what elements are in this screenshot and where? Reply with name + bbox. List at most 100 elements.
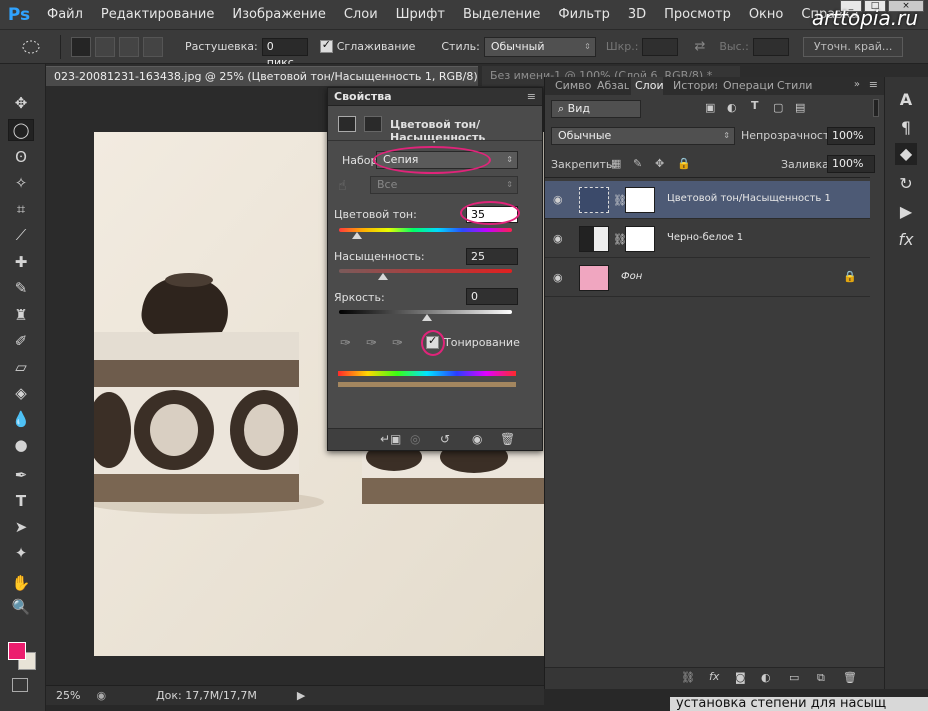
layer-mask-thumbnail[interactable] [625,226,655,252]
tab-styles[interactable]: Стили [773,77,813,95]
lock-transparent-icon[interactable]: ▦ [611,157,621,170]
layers-panel-icon[interactable]: ◆ [895,143,917,165]
hue-slider-track[interactable] [339,228,512,232]
panel-menu-icon[interactable]: ≡ [527,88,536,106]
eyedropper-plus-icon[interactable]: ✑ [366,336,377,351]
quick-mask-icon[interactable] [12,678,28,692]
menu-type[interactable]: Шрифт [387,0,454,30]
menu-view[interactable]: Просмотр [655,0,740,30]
intersect-selection-icon[interactable] [143,36,163,57]
brush-tool-icon[interactable]: ✎ [8,277,34,299]
add-mask-icon[interactable]: ◙ [735,671,746,684]
foreground-color-swatch[interactable] [8,642,26,660]
visibility-eye-icon[interactable]: ◉ [553,271,563,284]
lock-pixels-icon[interactable]: ✎ [633,157,642,170]
lightness-slider-thumb[interactable] [422,314,432,321]
menu-edit[interactable]: Редактирование [92,0,223,30]
dodge-tool-icon[interactable]: ● [8,434,34,456]
ellipse-marquee-tool-icon[interactable]: ◯ [8,119,34,141]
layer-row-black-white[interactable]: ◉ ⛓ Черно-белое 1 [545,220,870,258]
layer-name[interactable]: Черно-белое 1 [667,232,743,243]
pen-tool-icon[interactable]: ✒ [8,464,34,486]
paragraph-panel-icon[interactable]: ¶ [895,117,917,139]
menu-file[interactable]: Файл [38,0,92,30]
layer-row-hue-saturation[interactable]: ◉ ⛓ Цветовой тон/Насыщенность 1 [545,181,870,219]
filter-adjustment-icon[interactable]: ◐ [727,101,737,114]
tab-history[interactable]: История [669,77,717,95]
magic-wand-tool-icon[interactable]: ✧ [8,172,34,194]
mask-icon[interactable] [364,116,382,132]
width-input[interactable] [642,37,679,56]
layer-mask-thumbnail[interactable] [625,187,655,213]
delete-icon[interactable]: 🗑 [500,432,515,446]
new-layer-icon[interactable]: ⧉ [817,671,825,685]
style-select[interactable]: Обычный ⇕ [483,36,596,57]
tab-character[interactable]: Символ [551,77,591,95]
menu-filter[interactable]: Фильтр [549,0,618,30]
shape-tool-icon[interactable]: ✦ [8,542,34,564]
eraser-tool-icon[interactable]: ▱ [8,356,34,378]
feather-input[interactable]: 0 пикс. [261,37,308,69]
tab-layers[interactable]: Слои [631,77,663,95]
paint-bucket-tool-icon[interactable]: ◈ [8,382,34,404]
fill-input[interactable]: 100% [827,155,875,173]
adjustment-icon[interactable] [338,116,356,132]
styles-panel-icon[interactable]: fx [895,229,917,251]
eyedropper-minus-icon[interactable]: ✑ [392,336,403,351]
blur-tool-icon[interactable]: 💧 [8,408,34,430]
layer-name[interactable]: Фон [621,271,642,282]
visibility-eye-icon[interactable]: ◉ [472,432,482,446]
delete-layer-icon[interactable]: 🗑 [843,671,857,684]
filter-toggle[interactable] [873,99,879,117]
lock-position-icon[interactable]: ✥ [655,157,664,170]
tab-active-document[interactable]: 023-20081231-163438.jpg @ 25% (Цветовой … [46,66,478,86]
filter-pixel-icon[interactable]: ▣ [705,101,715,114]
crop-tool-icon[interactable]: ⌗ [8,198,34,220]
height-input[interactable] [752,37,789,56]
layer-name[interactable]: Цветовой тон/Насыщенность 1 [667,193,831,204]
eyedropper-icon[interactable]: ✑ [340,336,351,351]
actions-panel-icon[interactable]: ▶ [895,201,917,223]
zoom-tool-icon[interactable]: 🔍 [8,596,34,618]
colorize-checkbox[interactable]: ✓ [426,334,439,349]
saturation-slider-thumb[interactable] [378,273,388,280]
visibility-eye-icon[interactable]: ◉ [553,232,563,245]
filter-smartobject-icon[interactable]: ▤ [795,101,805,114]
zoom-readout[interactable]: 25% [56,689,80,702]
visibility-eye-icon[interactable]: ◉ [553,193,563,206]
channel-select[interactable]: Все ⇕ [370,176,518,194]
lightness-input[interactable]: 0 [466,288,518,305]
layer-filter-select[interactable]: ⌕ Вид [551,100,641,118]
menu-3d[interactable]: 3D [619,0,655,30]
antialias-checkbox[interactable] [319,38,333,53]
path-selection-tool-icon[interactable]: ➤ [8,516,34,538]
saturation-input[interactable]: 25 [466,248,518,265]
targeted-adjustment-hand-icon[interactable]: ☝ [338,178,347,194]
lock-all-icon[interactable]: 🔒 [677,157,691,170]
menu-image[interactable]: Изображение [223,0,334,30]
new-adjustment-icon[interactable]: ◐ [761,671,771,684]
lasso-tool-icon[interactable]: ʘ [8,146,34,168]
history-panel-icon[interactable]: ↻ [895,173,917,195]
layer-style-fx-icon[interactable]: fx [709,670,719,683]
type-tool-icon[interactable]: T [8,490,34,512]
clip-to-layer-icon[interactable]: ↵▣ [380,432,401,446]
menu-select[interactable]: Выделение [454,0,549,30]
new-group-icon[interactable]: ▭ [789,671,799,684]
panel-menu-icon[interactable]: ≡ [869,78,878,91]
link-layers-icon[interactable]: ⛓ [681,671,695,684]
healing-brush-tool-icon[interactable]: ✚ [8,251,34,273]
tab-actions[interactable]: Операции [719,77,773,95]
eyedropper-tool-icon[interactable]: ⟋ [8,224,34,246]
hue-slider-thumb[interactable] [352,232,362,239]
layer-row-background[interactable]: ◉ Фон 🔒 [545,259,870,297]
subtract-selection-icon[interactable] [119,36,139,57]
character-panel-icon[interactable]: A [895,89,917,111]
swap-icon[interactable]: ⇄ [694,39,705,54]
saturation-slider-track[interactable] [339,269,512,273]
elliptical-marquee-preset-icon[interactable] [16,35,46,59]
move-tool-icon[interactable]: ✥ [8,92,34,114]
filter-shape-icon[interactable]: ▢ [773,101,783,114]
blend-mode-select[interactable]: Обычные ⇕ [551,127,735,145]
reset-icon[interactable]: ↺ [440,432,450,446]
